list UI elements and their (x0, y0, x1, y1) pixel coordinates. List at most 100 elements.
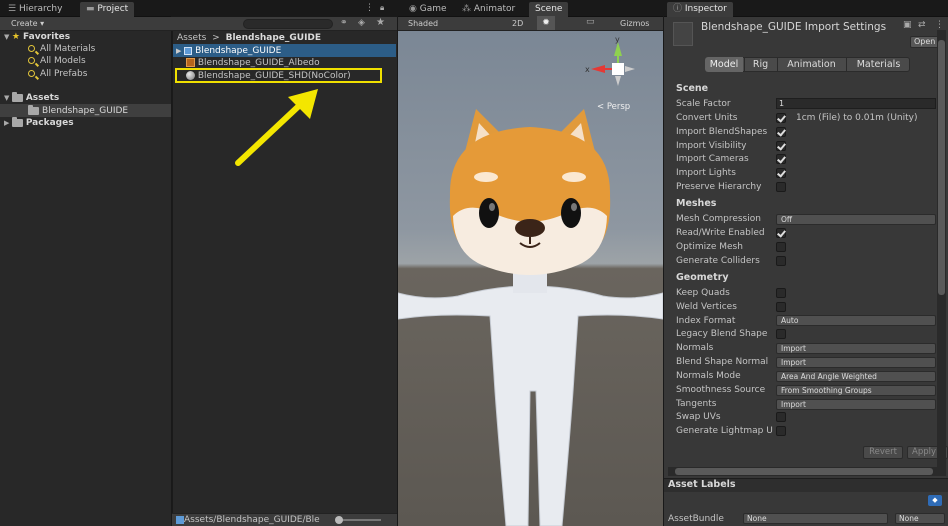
slider-thumb[interactable] (335, 516, 343, 524)
animator-icon: ⁂ (462, 4, 474, 14)
index-format-label: Index Format (676, 316, 736, 326)
read-write-checkbox[interactable] (776, 228, 786, 238)
section-scene: Scene (676, 83, 709, 94)
section-meshes: Meshes (676, 198, 717, 209)
weld-vertices-checkbox[interactable] (776, 302, 786, 312)
read-write-label: Read/Write Enabled (676, 228, 765, 238)
normals-dropdown[interactable]: Import (776, 343, 936, 354)
tab-scene[interactable]: Scene (529, 2, 569, 17)
optimize-mesh-label: Optimize Mesh (676, 242, 743, 252)
create-button[interactable]: Create ▾ (11, 18, 44, 30)
swap-uvs-checkbox[interactable] (776, 412, 786, 422)
icon-size-slider[interactable] (337, 519, 381, 521)
blend-shape-normals-dropdown[interactable]: Import (776, 357, 936, 368)
favorite-item-materials[interactable]: All Materials (28, 43, 95, 55)
favorite-star-icon[interactable]: ★ (376, 17, 385, 28)
import-blendshapes-checkbox[interactable] (776, 127, 786, 137)
texture-icon (186, 58, 195, 67)
file-item-model[interactable]: ▶ Blendshape_GUIDE (176, 45, 281, 57)
camera-icon[interactable]: ▭ (586, 17, 595, 27)
shading-mode-dropdown[interactable]: Shaded (408, 18, 438, 30)
orientation-gizmo[interactable]: x y (583, 36, 643, 108)
tab-game[interactable]: ◉ Game (403, 2, 453, 17)
vertical-scroll-thumb[interactable] (938, 40, 945, 295)
settings-menu-icon[interactable]: ⋮ (935, 20, 944, 30)
generate-lightmap-checkbox[interactable] (776, 426, 786, 436)
2d-toggle[interactable]: 2D (512, 18, 523, 30)
label-tag-icon[interactable]: ◆ (928, 495, 942, 506)
expand-arrow-icon[interactable]: ▼ (4, 33, 12, 41)
asset-bundle-dropdown[interactable]: None (743, 513, 888, 524)
collapse-arrow-icon[interactable]: ▶ (4, 119, 12, 127)
tab-materials[interactable]: Materials (846, 57, 910, 72)
favorite-item-prefabs[interactable]: All Prefabs (28, 68, 87, 80)
scale-factor-field[interactable]: 1 (776, 98, 936, 109)
folder-tab-icon: ▬ (86, 4, 98, 14)
tangents-label: Tangents (676, 399, 717, 409)
tab-animator[interactable]: ⁂ Animator (456, 2, 521, 17)
keep-quads-checkbox[interactable] (776, 288, 786, 298)
expand-arrow-icon[interactable]: ▶ (176, 47, 181, 55)
breadcrumb-current[interactable]: Blendshape_GUIDE (226, 33, 321, 43)
import-lights-checkbox[interactable] (776, 168, 786, 178)
folder-icon (11, 116, 23, 127)
smoothness-source-dropdown[interactable]: From Smoothing Groups (776, 385, 936, 396)
breadcrumb-assets[interactable]: Assets (177, 33, 206, 43)
legacy-blend-checkbox[interactable] (776, 329, 786, 339)
index-format-dropdown[interactable]: Auto (776, 315, 936, 326)
tab-model[interactable]: Model (705, 57, 743, 72)
legacy-blend-label: Legacy Blend Shape (676, 329, 768, 339)
preserve-hierarchy-checkbox[interactable] (776, 182, 786, 192)
revert-button[interactable]: Revert (863, 446, 903, 459)
import-visibility-checkbox[interactable] (776, 141, 786, 151)
model-prefab-icon (184, 46, 193, 55)
filter-by-type-icon[interactable]: ⚭ (340, 18, 348, 28)
mesh-compression-dropdown[interactable]: Off (776, 214, 936, 225)
material-sphere-icon (186, 71, 195, 80)
help-icon[interactable]: ▣ (903, 20, 912, 30)
import-lights-label: Import Lights (676, 168, 736, 178)
asset-file-icon (673, 22, 693, 46)
normals-mode-dropdown[interactable]: Area And Angle Weighted (776, 371, 936, 382)
lock-icon[interactable]: 🔒︎ (380, 3, 384, 13)
tab-hierarchy[interactable]: ☰ Hierarchy (2, 2, 68, 17)
asset-bundle-label: AssetBundle (668, 514, 724, 524)
horizontal-scroll-thumb[interactable] (675, 468, 933, 475)
folder-icon (11, 91, 23, 102)
expand-arrow-icon[interactable]: ▼ (4, 94, 12, 102)
normals-mode-label: Normals Mode (676, 371, 741, 381)
generate-lightmap-label: Generate Lightmap U (676, 426, 773, 436)
bottom-path: Assets/Blendshape_GUIDE/Ble (176, 514, 320, 526)
keep-quads-label: Keep Quads (676, 288, 730, 298)
normals-label: Normals (676, 343, 714, 353)
lighting-toggle-icon[interactable]: ✹ (537, 16, 555, 30)
tree-item-blendshape-guide[interactable]: Blendshape_GUIDE (28, 104, 128, 117)
convert-units-note: 1cm (File) to 0.01m (Unity) (796, 113, 918, 123)
scale-factor-label: Scale Factor (676, 99, 731, 109)
filter-by-label-icon[interactable]: ◈ (358, 18, 365, 28)
asset-variant-dropdown[interactable]: None (895, 513, 945, 524)
optimize-mesh-checkbox[interactable] (776, 242, 786, 252)
persp-label[interactable]: < Persp (597, 101, 630, 113)
file-item-material[interactable]: Blendshape_GUIDE_SHD(NoColor) (186, 70, 351, 82)
favorites-header[interactable]: ▼ ★ Favorites (4, 31, 70, 43)
favorite-item-models[interactable]: All Models (28, 55, 86, 67)
tangents-dropdown[interactable]: Import (776, 399, 936, 410)
gizmos-dropdown[interactable]: Gizmos (620, 18, 649, 30)
project-toolbar (0, 17, 397, 31)
tab-inspector[interactable]: ⓘ Inspector (667, 2, 733, 17)
import-cameras-checkbox[interactable] (776, 154, 786, 164)
preset-icon[interactable]: ⇄ (918, 20, 926, 30)
game-controller-icon: ◉ (409, 4, 420, 14)
project-search-field[interactable] (243, 19, 333, 29)
tab-animation[interactable]: Animation (777, 57, 845, 72)
generate-colliders-checkbox[interactable] (776, 256, 786, 266)
tab-project[interactable]: ▬ Project (80, 2, 135, 17)
tab-rig[interactable]: Rig (744, 57, 776, 72)
more-options-icon[interactable]: ⋮ (365, 3, 374, 13)
convert-units-checkbox[interactable] (776, 113, 786, 123)
packages-folder[interactable]: ▶ Packages (4, 116, 74, 129)
generate-colliders-label: Generate Colliders (676, 256, 760, 266)
assets-folder[interactable]: ▼ Assets (4, 91, 59, 104)
import-blendshapes-label: Import BlendShapes (676, 127, 768, 137)
